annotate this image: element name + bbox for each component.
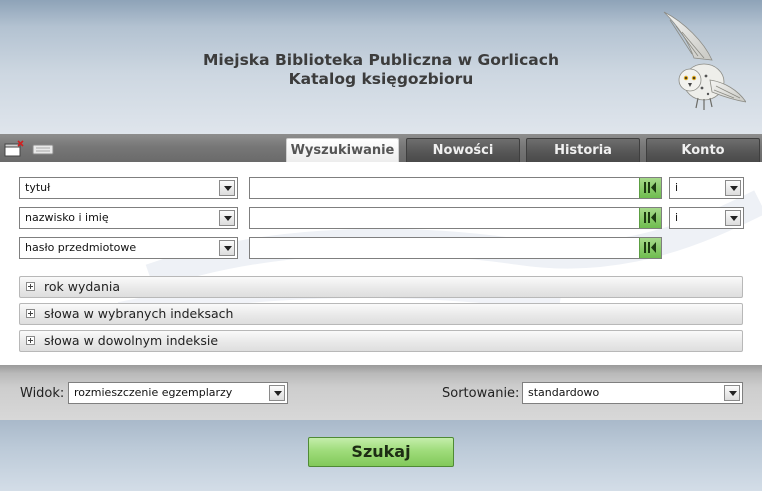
- tab-bar: Wyszukiwanie Nowości Historia Konto: [0, 134, 762, 163]
- search-input-1[interactable]: [249, 177, 662, 199]
- tab-konto[interactable]: Konto: [646, 138, 760, 162]
- tab-label: Nowości: [432, 143, 494, 158]
- section-label: słowa w dowolnym indeksie: [44, 333, 219, 348]
- view-label: Widok:: [20, 386, 65, 401]
- section-label: rok wydania: [44, 279, 120, 294]
- operator-value: i: [675, 181, 679, 194]
- section-label: słowa w wybranych indeksach: [44, 306, 234, 321]
- keyboard-arrow-icon: [644, 182, 656, 193]
- expand-plus-icon[interactable]: [26, 336, 35, 345]
- options-bar: Widok: rozmieszczenie egzemplarzy Sortow…: [0, 365, 762, 420]
- catalog-name: Katalog księgozbioru: [288, 70, 474, 88]
- new-window-icon[interactable]: [4, 140, 24, 158]
- section-slowa-w-dowolnym-indeksie[interactable]: słowa w dowolnym indeksie: [19, 330, 743, 352]
- dropdown-arrow-icon[interactable]: [219, 180, 235, 196]
- dropdown-arrow-icon[interactable]: [269, 385, 285, 401]
- tab-label: Konto: [681, 143, 725, 158]
- dropdown-arrow-icon[interactable]: [725, 180, 741, 196]
- search-button[interactable]: Szukaj: [308, 437, 454, 467]
- field-select-2[interactable]: nazwisko i imię: [19, 207, 238, 229]
- dropdown-arrow-icon[interactable]: [219, 210, 235, 226]
- search-input-2[interactable]: [249, 207, 662, 229]
- operator-select-1[interactable]: i: [669, 177, 744, 199]
- field-select-1[interactable]: tytuł: [19, 177, 238, 199]
- keyboard-icon[interactable]: [32, 143, 54, 155]
- field-select-value: tytuł: [25, 181, 51, 194]
- expand-plus-icon[interactable]: [26, 309, 35, 318]
- view-select-value: rozmieszczenie egzemplarzy: [74, 386, 233, 399]
- sort-select[interactable]: standardowo: [522, 382, 743, 404]
- tab-nowosci[interactable]: Nowości: [406, 138, 520, 162]
- keyboard-arrow-icon: [644, 212, 656, 223]
- owl-logo-icon: [663, 11, 746, 110]
- search-form: tytuł i nazwisko i imię i hasło przedmio…: [0, 162, 762, 365]
- sort-select-value: standardowo: [528, 386, 600, 399]
- virtual-keyboard-button[interactable]: [639, 238, 661, 258]
- dropdown-arrow-icon[interactable]: [725, 210, 741, 226]
- keyboard-arrow-icon: [644, 242, 656, 253]
- dropdown-arrow-icon[interactable]: [219, 240, 235, 256]
- catalog-app: Miejska Biblioteka Publiczna w Gorlicach…: [0, 0, 762, 491]
- virtual-keyboard-button[interactable]: [639, 178, 661, 198]
- page-title: Miejska Biblioteka Publiczna w Gorlicach…: [0, 51, 762, 89]
- header: Miejska Biblioteka Publiczna w Gorlicach…: [0, 0, 762, 134]
- sort-label: Sortowanie:: [442, 386, 520, 401]
- dropdown-arrow-icon[interactable]: [724, 385, 740, 401]
- expand-plus-icon[interactable]: [26, 282, 35, 291]
- view-select[interactable]: rozmieszczenie egzemplarzy: [68, 382, 288, 404]
- tab-historia[interactable]: Historia: [526, 138, 640, 162]
- operator-select-2[interactable]: i: [669, 207, 744, 229]
- tab-label: Wyszukiwanie: [290, 143, 395, 158]
- section-rok-wydania[interactable]: rok wydania: [19, 276, 743, 298]
- field-select-3[interactable]: hasło przedmiotowe: [19, 237, 238, 259]
- tab-wyszukiwanie[interactable]: Wyszukiwanie: [286, 138, 399, 163]
- field-select-value: hasło przedmiotowe: [25, 241, 137, 254]
- virtual-keyboard-button[interactable]: [639, 208, 661, 228]
- library-name: Miejska Biblioteka Publiczna w Gorlicach: [203, 51, 559, 69]
- section-slowa-w-wybranych-indeksach[interactable]: słowa w wybranych indeksach: [19, 303, 743, 325]
- operator-value: i: [675, 211, 679, 224]
- field-select-value: nazwisko i imię: [25, 211, 109, 224]
- footer-area: Szukaj: [0, 420, 762, 491]
- search-input-3[interactable]: [249, 237, 662, 259]
- tab-label: Historia: [554, 143, 612, 158]
